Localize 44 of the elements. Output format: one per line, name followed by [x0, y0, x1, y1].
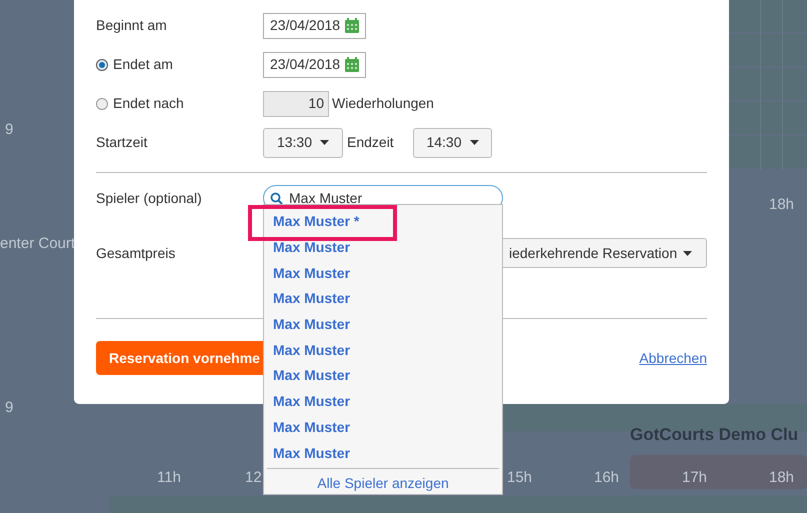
suggestion-item[interactable]: Max Muster	[273, 314, 350, 336]
suggestion-item[interactable]: Max Muster	[273, 288, 350, 310]
schedule-label: 17h	[682, 470, 708, 485]
schedule-label: 12	[245, 470, 262, 485]
field-label: Endet nach	[113, 94, 184, 113]
club-title: GotCourts Demo Clu	[630, 424, 798, 446]
date-field[interactable]: 23/04/2018	[263, 52, 366, 78]
schedule-label: 15h	[507, 470, 532, 485]
search-icon	[270, 192, 283, 204]
radio-button[interactable]	[96, 98, 108, 110]
schedule-label: enter Court	[0, 236, 76, 251]
calendar-icon	[345, 57, 360, 72]
schedule-label: 9	[5, 400, 14, 415]
suggestion-item[interactable]: Max Muster	[273, 391, 350, 412]
count-field[interactable]: 10	[263, 90, 329, 116]
schedule-label: 9	[5, 122, 14, 137]
field-label: Beginnt am	[96, 16, 168, 35]
schedule-label: 11h	[157, 470, 181, 485]
suggestion-item[interactable]: Max Muster	[273, 416, 350, 438]
calendar-icon	[345, 18, 360, 33]
schedule-label: 16h	[594, 470, 620, 485]
caret-icon	[683, 250, 692, 256]
show-all-link[interactable]: Alle Spieler anzeigen	[317, 472, 449, 494]
caret-icon	[320, 140, 330, 145]
suggestion-item[interactable]: Max Muster	[273, 442, 350, 464]
field-label: Endzeit	[347, 133, 395, 152]
caret-icon	[470, 140, 479, 145]
field-label: Endet am	[113, 55, 173, 74]
field-label: Startzeit	[96, 133, 148, 152]
suggestion-item[interactable]: Max Muster	[273, 365, 350, 386]
time-select[interactable]: 14:30	[413, 128, 492, 158]
field-label: Gesamtpreis	[96, 244, 176, 263]
suggestion-item[interactable]: Max Muster *	[273, 211, 360, 232]
schedule-label: 18h	[769, 470, 794, 485]
time-select[interactable]: 13:30	[263, 128, 343, 158]
field-label: Spieler (optional)	[96, 188, 203, 208]
schedule-label: 18h	[769, 197, 794, 212]
suggestion-item[interactable]: Max Muster	[273, 262, 350, 284]
radio-button[interactable]	[96, 58, 108, 70]
cancel-link[interactable]: Abbrechen	[639, 348, 707, 368]
date-field[interactable]: 23/04/2018	[263, 12, 366, 38]
count-suffix: Wiederholungen	[332, 94, 434, 113]
suggestion-item[interactable]: Max Muster	[273, 237, 350, 258]
suggestion-item[interactable]: Max Muster	[273, 340, 350, 361]
